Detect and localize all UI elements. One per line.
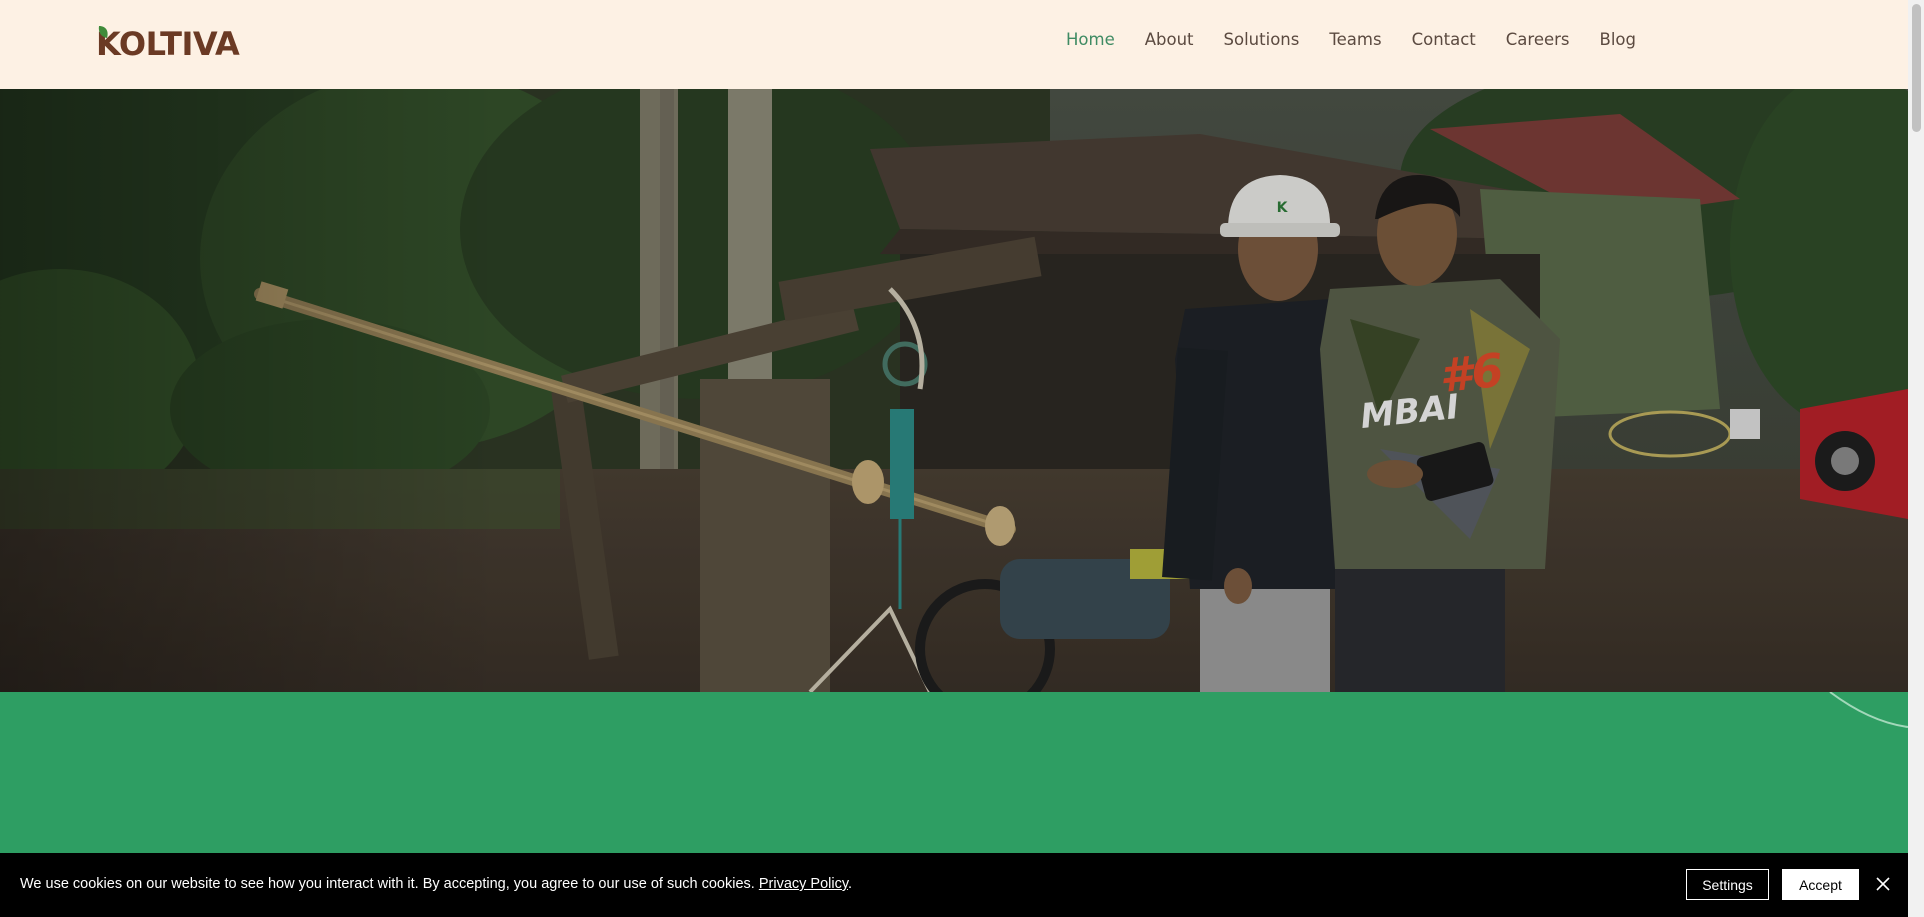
hero-illustration: K MBAI #6: [0, 89, 1908, 692]
cookie-settings-button[interactable]: Settings: [1686, 869, 1769, 900]
cookie-message-text: We use cookies on our website to see how…: [20, 876, 755, 892]
nav-about[interactable]: About: [1145, 30, 1194, 49]
privacy-policy-link[interactable]: Privacy Policy: [759, 876, 848, 892]
cookie-period: .: [848, 876, 853, 892]
logo-text: KOLTIVA: [96, 25, 240, 63]
main-nav: Home About Solutions Teams Contact Caree…: [1066, 30, 1666, 49]
close-icon[interactable]: [1874, 875, 1892, 893]
cookie-accept-button[interactable]: Accept: [1782, 869, 1859, 900]
nav-solutions[interactable]: Solutions: [1224, 30, 1300, 49]
nav-careers[interactable]: Careers: [1506, 30, 1570, 49]
leaf-icon: [98, 26, 108, 38]
nav-blog[interactable]: Blog: [1600, 30, 1636, 49]
cookie-message: We use cookies on our website to see how…: [20, 876, 852, 892]
hero-image: K MBAI #6: [0, 89, 1908, 692]
logo[interactable]: KOLTIVA: [96, 24, 240, 64]
page-scrollbar[interactable]: [1908, 0, 1924, 917]
green-section: [0, 692, 1908, 853]
nav-home[interactable]: Home: [1066, 30, 1115, 49]
cookie-banner: We use cookies on our website to see how…: [0, 853, 1908, 917]
nav-contact[interactable]: Contact: [1412, 30, 1476, 49]
page: KOLTIVA Home About Solutions Teams Conta…: [0, 0, 1924, 917]
nav-teams[interactable]: Teams: [1329, 30, 1381, 49]
scrollbar-thumb[interactable]: [1912, 4, 1921, 132]
site-header: KOLTIVA Home About Solutions Teams Conta…: [0, 0, 1908, 89]
decorative-arc: [1829, 692, 1908, 728]
